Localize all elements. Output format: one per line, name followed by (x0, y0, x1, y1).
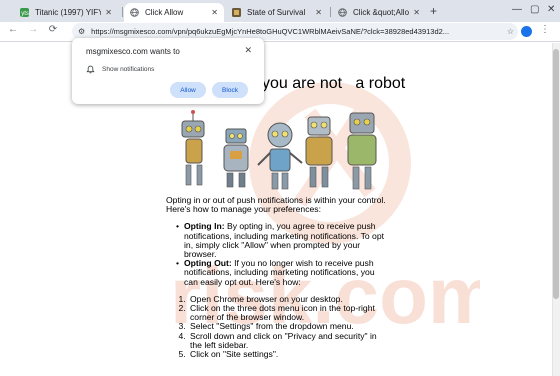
tab-click-allow[interactable]: Click Allow ✕ (124, 3, 224, 22)
tab-label: Titanic (1997) YIFY (35, 8, 102, 17)
steps-list: Open Chrome browser on your desktop. Cli… (188, 294, 386, 359)
close-icon[interactable]: ✕ (244, 45, 252, 56)
intro-paragraph: Opting in or out of push notifications i… (166, 195, 386, 215)
window-close-icon[interactable]: ✕ (547, 4, 555, 15)
robots-image (181, 110, 377, 190)
bell-icon (86, 65, 95, 74)
tab-state-of-survival[interactable]: State of Survival ✕ (226, 3, 328, 22)
page-content: Opting in or out of push notifications i… (166, 195, 386, 359)
tab-label: Click Allow (145, 8, 184, 17)
globe-icon (338, 8, 347, 17)
menu-dots-icon[interactable]: ⋮ (540, 24, 550, 35)
star-icon[interactable]: ☆ (507, 27, 514, 36)
tab-click-allow-2[interactable]: Click &quot;Allow ✕ (332, 3, 426, 22)
profile-avatar-icon[interactable] (521, 26, 532, 37)
list-item: Opting Out: If you no longer wish to rec… (176, 259, 386, 287)
block-button[interactable]: Block (212, 82, 248, 98)
new-tab-icon[interactable]: + (430, 4, 437, 18)
maximize-icon[interactable]: ▢ (530, 4, 539, 15)
scrollbar[interactable] (552, 43, 560, 376)
url-text: https://msgmixesco.com/vpn/pq6ukzuEgMjcY… (91, 27, 450, 36)
step-item: Scroll down and click on "Privacy and se… (188, 331, 386, 350)
tab-favicon-icon: yts (20, 8, 29, 17)
tab-strip: yts Titanic (1997) YIFY ✕ Click Allow ✕ … (0, 0, 560, 22)
tab-separator (122, 7, 123, 17)
list-item: Opting In: By opting in, you agree to re… (176, 222, 386, 259)
allow-button[interactable]: Allow (170, 82, 206, 98)
tab-separator (330, 7, 331, 17)
game-favicon-icon (232, 8, 241, 17)
step-item: Click on "Site settings". (188, 349, 386, 359)
globe-icon (130, 8, 139, 17)
back-icon[interactable]: ← (6, 24, 20, 35)
minimize-icon[interactable]: — (512, 4, 522, 15)
svg-text:yts: yts (21, 11, 29, 17)
permission-text: Show notifications (102, 66, 155, 73)
reload-icon[interactable]: ⟳ (46, 24, 60, 35)
close-icon[interactable]: ✕ (413, 8, 420, 17)
notification-permission-popup: msgmixesco.com wants to ✕ Show notificat… (72, 38, 264, 104)
close-icon[interactable]: ✕ (105, 8, 112, 17)
scrollbar-thumb[interactable] (553, 49, 559, 299)
close-icon[interactable]: ✕ (211, 8, 218, 17)
tab-label: State of Survival (247, 8, 306, 17)
page-heading: you are not a robot (262, 75, 406, 92)
close-icon[interactable]: ✕ (315, 8, 322, 17)
step-item: Click on the three dots menu icon in the… (188, 303, 386, 322)
site-info-icon[interactable]: ⚙ (78, 27, 85, 36)
popup-title: msgmixesco.com wants to (86, 47, 180, 56)
options-list: Opting In: By opting in, you agree to re… (176, 222, 386, 286)
forward-icon[interactable]: → (26, 24, 40, 35)
tab-label: Click &quot;Allow (353, 8, 410, 17)
tab-titanic[interactable]: yts Titanic (1997) YIFY ✕ (14, 3, 118, 22)
